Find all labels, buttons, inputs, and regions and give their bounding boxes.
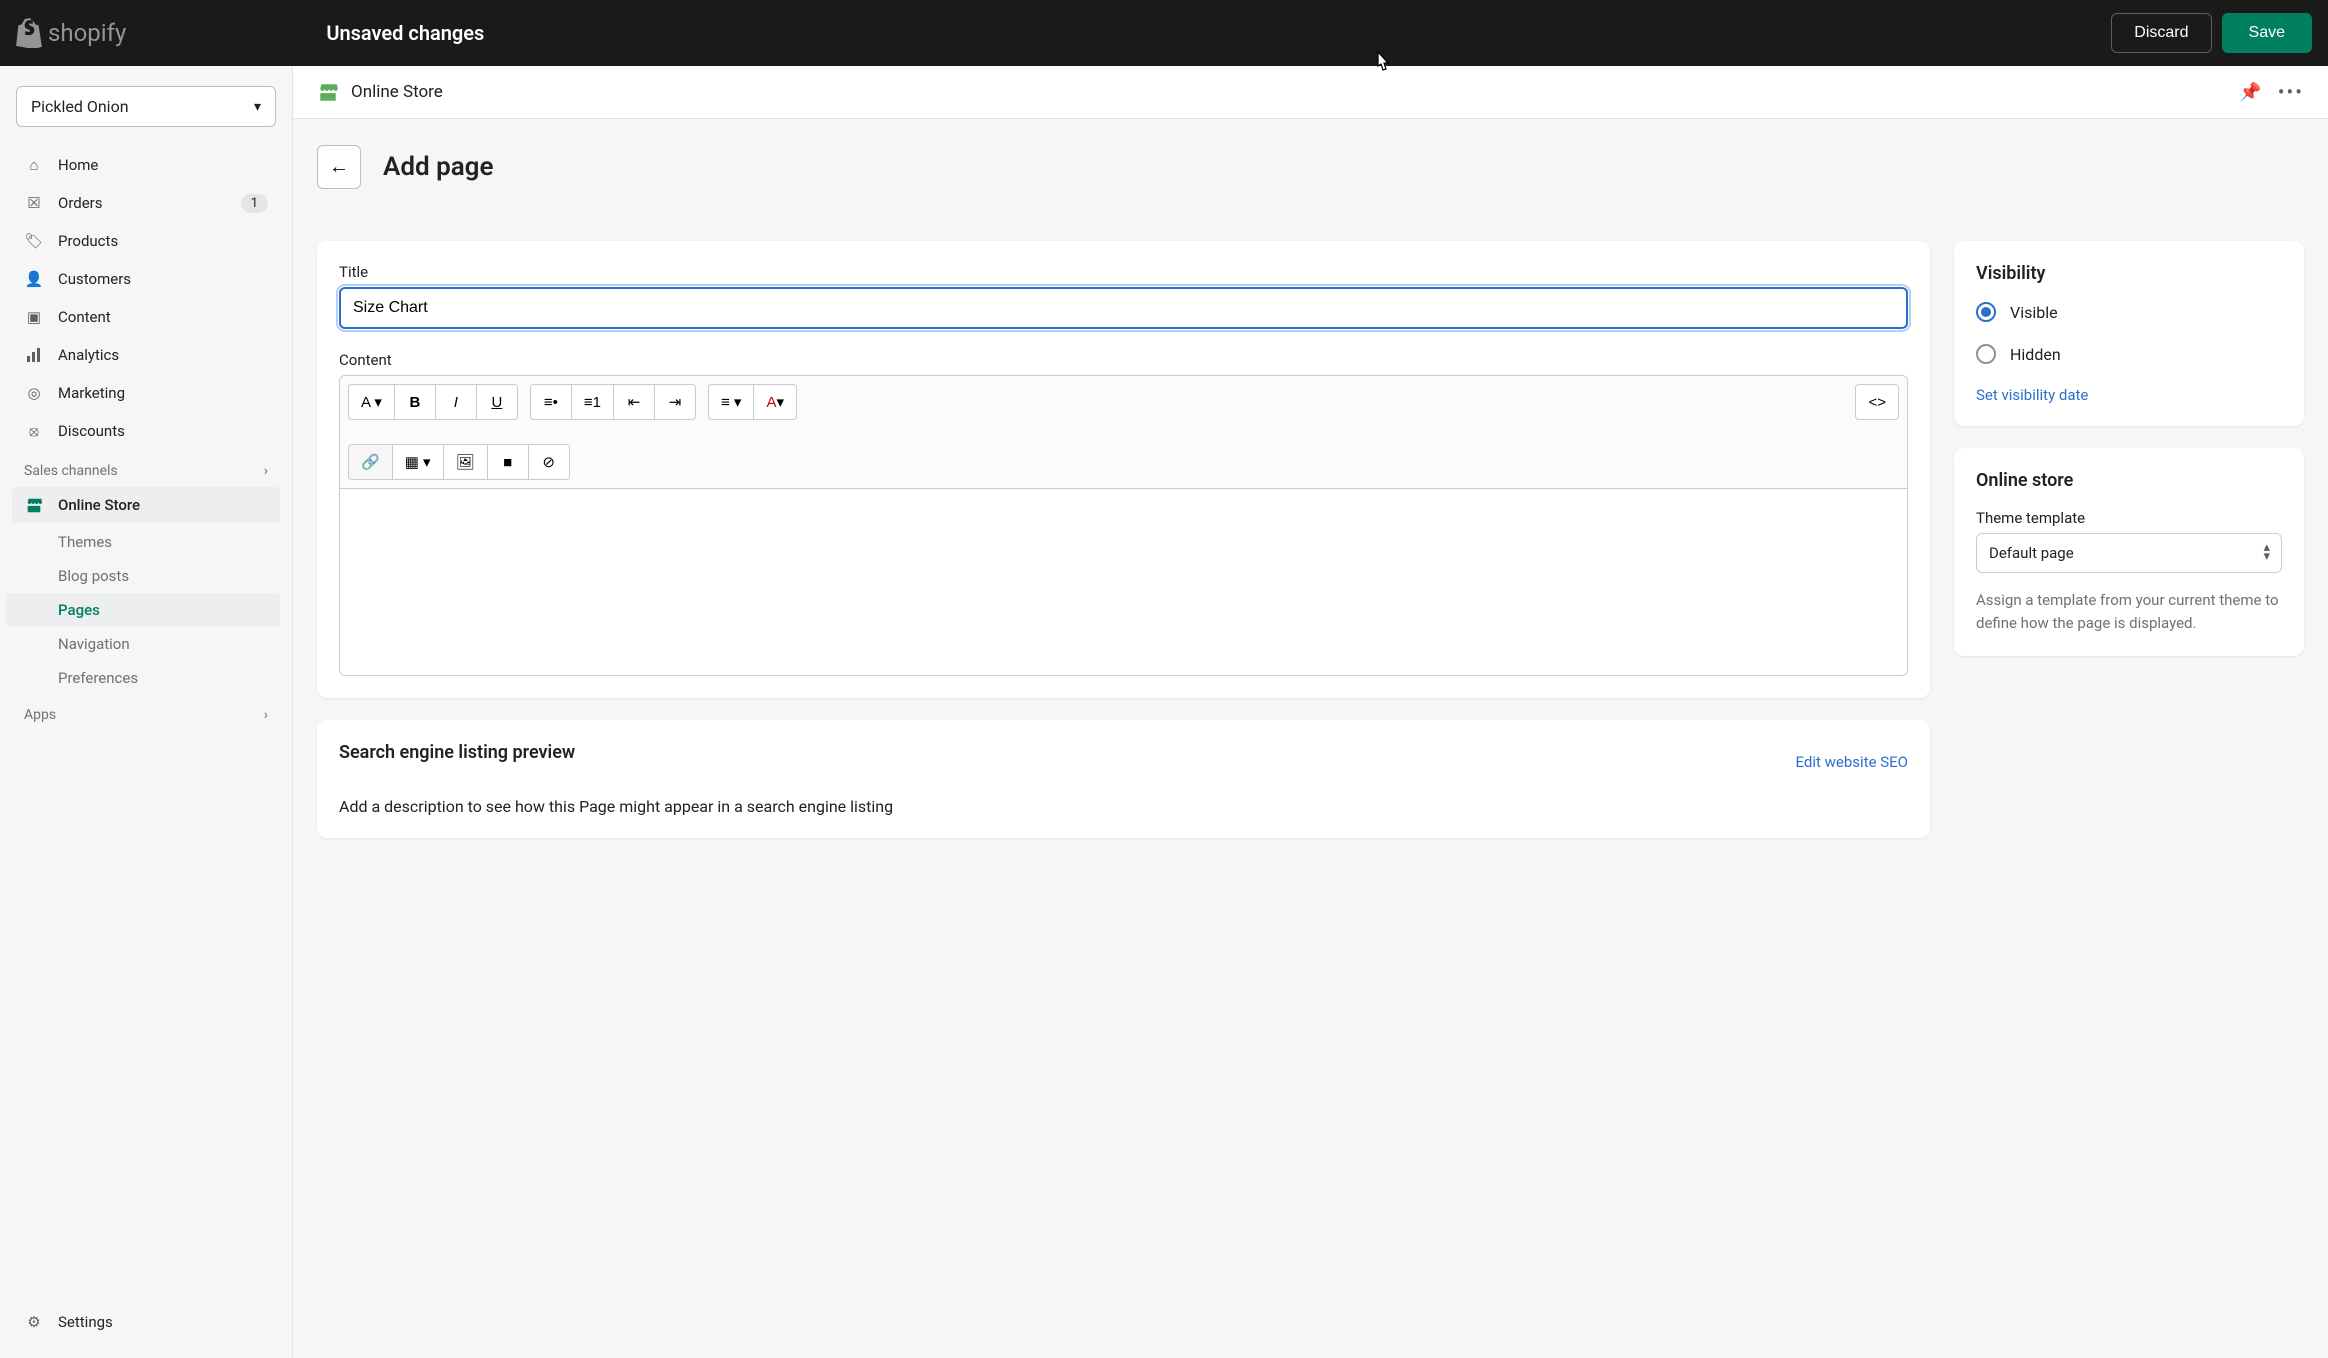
visibility-heading: Visibility (1976, 263, 2282, 284)
video-button[interactable]: ■ (487, 444, 529, 480)
indent-button[interactable]: ⇥ (654, 384, 696, 420)
chevron-down-icon: ▾ (254, 99, 261, 115)
underline-button[interactable]: U (476, 384, 518, 420)
edit-seo-link[interactable]: Edit website SEO (1796, 753, 1909, 771)
template-help-text: Assign a template from your current them… (1976, 589, 2282, 634)
title-label: Title (339, 263, 1908, 281)
sidebar: Pickled Onion ▾ ⌂ Home ☒ Orders 1 🏷 Prod… (0, 66, 293, 1358)
apps-section[interactable]: Apps › (12, 695, 280, 731)
nav-orders[interactable]: ☒ Orders 1 (12, 185, 280, 221)
save-button[interactable]: Save (2222, 13, 2312, 53)
content-icon: ▣ (24, 307, 44, 327)
align-button[interactable]: ≡ ▾ (708, 384, 754, 420)
store-icon (24, 495, 44, 515)
chevron-right-icon: › (264, 463, 268, 479)
visibility-card: Visibility Visible Hidden Set visibility… (1954, 241, 2304, 426)
page-form-card: Title Content A ▾ B I U (317, 241, 1930, 698)
template-select[interactable]: Default page (1976, 533, 2282, 573)
bullet-list-button[interactable]: ≡• (530, 384, 572, 420)
analytics-icon (24, 345, 44, 365)
home-icon: ⌂ (24, 155, 44, 175)
online-store-heading: Online store (1976, 470, 2282, 491)
pin-icon[interactable]: 📌 (2239, 82, 2261, 103)
set-visibility-date-link[interactable]: Set visibility date (1976, 386, 2088, 404)
radio-icon (1976, 302, 1996, 322)
nav-sub-navigation[interactable]: Navigation (12, 627, 280, 661)
seo-card: Search engine listing preview Edit websi… (317, 720, 1930, 838)
nav-marketing[interactable]: ◎ Marketing (12, 375, 280, 411)
nav-settings[interactable]: ⚙ Settings (12, 1304, 280, 1340)
nav-analytics[interactable]: Analytics (12, 337, 280, 373)
content-label: Content (339, 351, 1908, 369)
rich-text-editor: A ▾ B I U ≡• ≡1 ⇤ ⇥ (339, 375, 1908, 676)
nav-sub-preferences[interactable]: Preferences (12, 661, 280, 695)
radio-visible[interactable]: Visible (1976, 302, 2282, 322)
radio-hidden[interactable]: Hidden (1976, 344, 2282, 364)
orders-badge: 1 (241, 194, 268, 213)
nav-home[interactable]: ⌂ Home (12, 147, 280, 183)
clear-format-button[interactable]: ⊘ (528, 444, 570, 480)
seo-heading: Search engine listing preview (339, 742, 575, 763)
nav-online-store[interactable]: Online Store (12, 487, 280, 523)
sales-channels-section[interactable]: Sales channels › (12, 451, 280, 487)
radio-icon (1976, 344, 1996, 364)
content-body[interactable] (340, 489, 1907, 675)
page-header-bar: Online Store 📌 ••• (293, 66, 2328, 119)
store-icon (317, 81, 339, 103)
seo-description: Add a description to see how this Page m… (339, 797, 1908, 816)
nav-customers[interactable]: 👤 Customers (12, 261, 280, 297)
main-content: Online Store 📌 ••• ← Add page Title Cont… (293, 66, 2328, 1358)
discard-button[interactable]: Discard (2111, 13, 2211, 53)
number-list-button[interactable]: ≡1 (571, 384, 614, 420)
store-selector[interactable]: Pickled Onion ▾ (16, 86, 276, 127)
nav-sub-pages[interactable]: Pages (6, 593, 280, 627)
tag-icon: 🏷 (24, 231, 44, 251)
table-button[interactable]: ▦ ▾ (392, 444, 444, 480)
orders-icon: ☒ (24, 193, 44, 213)
header-title: Online Store (351, 82, 443, 102)
font-style-button[interactable]: A ▾ (348, 384, 395, 420)
chevron-right-icon: › (264, 707, 268, 723)
unsaved-changes-label: Unsaved changes (326, 21, 484, 45)
title-input[interactable] (339, 287, 1908, 329)
store-name: Pickled Onion (31, 97, 129, 116)
target-icon: ◎ (24, 383, 44, 403)
topbar: shopify Unsaved changes Discard Save (0, 0, 2328, 66)
nav-content[interactable]: ▣ Content (12, 299, 280, 335)
italic-button[interactable]: I (435, 384, 477, 420)
brand-text: shopify (48, 19, 126, 47)
template-label: Theme template (1976, 509, 2282, 527)
nav-products[interactable]: 🏷 Products (12, 223, 280, 259)
more-icon[interactable]: ••• (2278, 80, 2304, 104)
gear-icon: ⚙ (24, 1312, 44, 1332)
back-button[interactable]: ← (317, 145, 361, 189)
discount-icon: ⦻ (24, 421, 44, 441)
bold-button[interactable]: B (394, 384, 436, 420)
select-caret-icon: ▴▾ (2263, 543, 2270, 561)
image-button[interactable]: 🖼 (443, 444, 488, 480)
html-button[interactable]: <> (1855, 384, 1899, 420)
nav-sub-themes[interactable]: Themes (12, 525, 280, 559)
text-color-button[interactable]: A ▾ (753, 384, 797, 420)
shopify-logo: shopify (16, 18, 126, 48)
nav-discounts[interactable]: ⦻ Discounts (12, 413, 280, 449)
outdent-button[interactable]: ⇤ (613, 384, 655, 420)
nav-sub-blog-posts[interactable]: Blog posts (12, 559, 280, 593)
page-title: Add page (383, 152, 493, 182)
person-icon: 👤 (24, 269, 44, 289)
link-button[interactable]: 🔗 (348, 444, 393, 480)
online-store-card: Online store Theme template Default page… (1954, 448, 2304, 656)
